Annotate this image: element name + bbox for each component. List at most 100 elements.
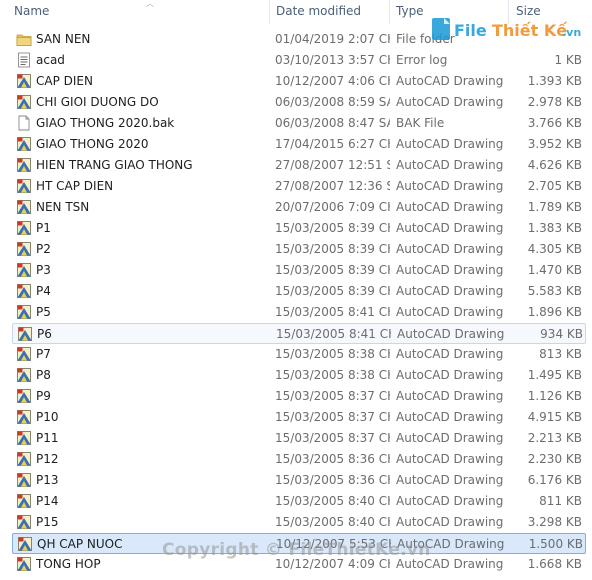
file-size: 2.978 KB [527,95,582,109]
file-type: AutoCAD Drawing [397,327,505,341]
file-type: AutoCAD Drawing [396,452,504,466]
file-row[interactable]: P3 15/03/2005 8:39 CH AutoCAD Drawing 1.470… [12,260,586,281]
file-size: 813 KB [539,347,582,361]
file-date-modified: 27/08/2007 12:51 SA [275,158,390,172]
filethietke-logo: File Thiết Kế .vn [432,18,581,40]
file-row[interactable]: P15 15/03/2005 8:40 CH AutoCAD Drawing 3.29… [12,512,586,533]
file-row[interactable]: acad 03/10/2013 3:57 CH Error log 1 KB [12,50,586,71]
file-type: AutoCAD Drawing [396,137,504,151]
file-row[interactable]: GIAO THONG 2020 17/04/2015 6:27 CH AutoCAD… [12,134,586,155]
file-name: CAP DIEN [36,74,93,88]
file-date-modified: 15/03/2005 8:40 CH [275,515,390,529]
file-name: SAN NEN [36,32,91,46]
copyright-watermark: Copyright © FileThietKe.vn [162,540,431,560]
autocad-drawing-icon [17,557,31,571]
file-row[interactable]: P6 15/03/2005 8:41 CH AutoCAD Drawing 934 K… [12,323,586,344]
file-row[interactable]: P12 15/03/2005 8:36 CH AutoCAD Drawing 2.23… [12,449,586,470]
autocad-drawing-icon [17,242,31,256]
autocad-drawing-icon [17,410,31,424]
autocad-drawing-icon [17,221,31,235]
file-type: AutoCAD Drawing [396,221,504,235]
file-size: 1.470 KB [527,263,582,277]
column-divider[interactable] [389,0,390,24]
file-row[interactable]: P4 15/03/2005 8:39 CH AutoCAD Drawing 5.583… [12,281,586,302]
file-date-modified: 17/04/2015 6:27 CH [275,137,390,151]
autocad-drawing-icon [17,284,31,298]
file-name: P3 [36,263,51,277]
file-date-modified: 06/03/2008 8:47 SA [275,116,390,130]
file-row[interactable]: GIAO THONG 2020.bak 06/03/2008 8:47 SA BAK… [12,113,586,134]
file-type: AutoCAD Drawing [396,263,504,277]
file-name: P11 [36,431,59,445]
autocad-drawing-icon [17,368,31,382]
file-row[interactable]: P5 15/03/2005 8:41 CH AutoCAD Drawing 1.896… [12,302,586,323]
autocad-drawing-icon [17,515,31,529]
file-row[interactable]: CAP DIEN 10/12/2007 4:06 CH AutoCAD Drawin… [12,71,586,92]
file-row[interactable]: P11 15/03/2005 8:37 CH AutoCAD Drawing 2.21… [12,428,586,449]
autocad-drawing-icon [17,389,31,403]
file-date-modified: 15/03/2005 8:37 CH [275,389,390,403]
file-type: AutoCAD Drawing [396,431,504,445]
file-size: 2.213 KB [527,431,582,445]
file-row[interactable]: P14 15/03/2005 8:40 CH AutoCAD Drawing 811 … [12,491,586,512]
file-row[interactable]: NEN TSN 20/07/2006 7:09 CH AutoCAD Drawing… [12,197,586,218]
file-size: 2.705 KB [527,179,582,193]
file-type: AutoCAD Drawing [396,473,504,487]
file-size: 1.495 KB [527,368,582,382]
logo-text-thietke: Thiết Kế [492,21,568,40]
file-size: 1.789 KB [527,200,582,214]
file-type: AutoCAD Drawing [396,158,504,172]
file-row[interactable]: CHI GIOI DUONG DO 06/03/2008 8:59 SA AutoC… [12,92,586,113]
file-size: 1.668 KB [527,557,582,571]
file-type: AutoCAD Drawing [396,305,504,319]
file-date-modified: 15/03/2005 8:40 CH [275,494,390,508]
autocad-drawing-icon [17,452,31,466]
autocad-drawing-icon [17,431,31,445]
file-row[interactable]: HT CAP DIEN 27/08/2007 12:36 SA AutoCAD Dr… [12,176,586,197]
file-name: P7 [36,347,51,361]
autocad-drawing-icon [17,473,31,487]
autocad-drawing-icon [17,179,31,193]
column-header-type[interactable]: Type [396,0,424,24]
autocad-drawing-icon [17,74,31,88]
file-name: CHI GIOI DUONG DO [36,95,159,109]
column-header-name[interactable]: Name [14,0,49,24]
file-name: P1 [36,221,51,235]
file-row[interactable]: P13 15/03/2005 8:36 CH AutoCAD Drawing 6.17… [12,470,586,491]
file-date-modified: 15/03/2005 8:38 CH [275,368,390,382]
file-date-modified: 15/03/2005 8:36 CH [275,473,390,487]
file-size: 4.626 KB [527,158,582,172]
autocad-drawing-icon [17,200,31,214]
file-type: BAK File [396,116,445,130]
file-date-modified: 15/03/2005 8:41 CH [276,327,391,341]
file-date-modified: 15/03/2005 8:39 CH [275,284,390,298]
file-name: P4 [36,284,51,298]
file-size: 2.230 KB [527,452,582,466]
file-size: 4.305 KB [527,242,582,256]
file-row[interactable]: P9 15/03/2005 8:37 CH AutoCAD Drawing 1.126… [12,386,586,407]
file-size: 3.766 KB [527,116,582,130]
file-date-modified: 20/07/2006 7:09 CH [275,200,390,214]
file-row[interactable]: P8 15/03/2005 8:38 CH AutoCAD Drawing 1.495… [12,365,586,386]
file-size: 934 KB [540,327,583,341]
file-name: NEN TSN [36,200,90,214]
column-header-date[interactable]: Date modified [276,0,361,24]
file-row[interactable]: P2 15/03/2005 8:39 CH AutoCAD Drawing 4.305… [12,239,586,260]
file-row[interactable]: P7 15/03/2005 8:38 CH AutoCAD Drawing 813 K… [12,344,586,365]
file-row[interactable]: P1 15/03/2005 8:39 CH AutoCAD Drawing 1.383… [12,218,586,239]
autocad-drawing-icon [17,494,31,508]
autocad-drawing-icon [17,305,31,319]
file-row[interactable]: HIEN TRANG GIAO THONG 27/08/2007 12:51 SA… [12,155,586,176]
file-date-modified: 15/03/2005 8:39 CH [275,263,390,277]
column-divider[interactable] [269,0,270,24]
file-date-modified: 01/04/2019 2:07 CH [275,32,390,46]
file-row[interactable]: P10 15/03/2005 8:37 CH AutoCAD Drawing 4.91… [12,407,586,428]
sort-ascending-icon: ︿ [146,0,154,8]
file-date-modified: 15/03/2005 8:37 CH [275,431,390,445]
file-type: AutoCAD Drawing [396,284,504,298]
file-size: 4.915 KB [527,410,582,424]
autocad-drawing-icon [17,347,31,361]
file-type: AutoCAD Drawing [396,494,504,508]
autocad-drawing-icon [17,137,31,151]
file-name: P8 [36,368,51,382]
